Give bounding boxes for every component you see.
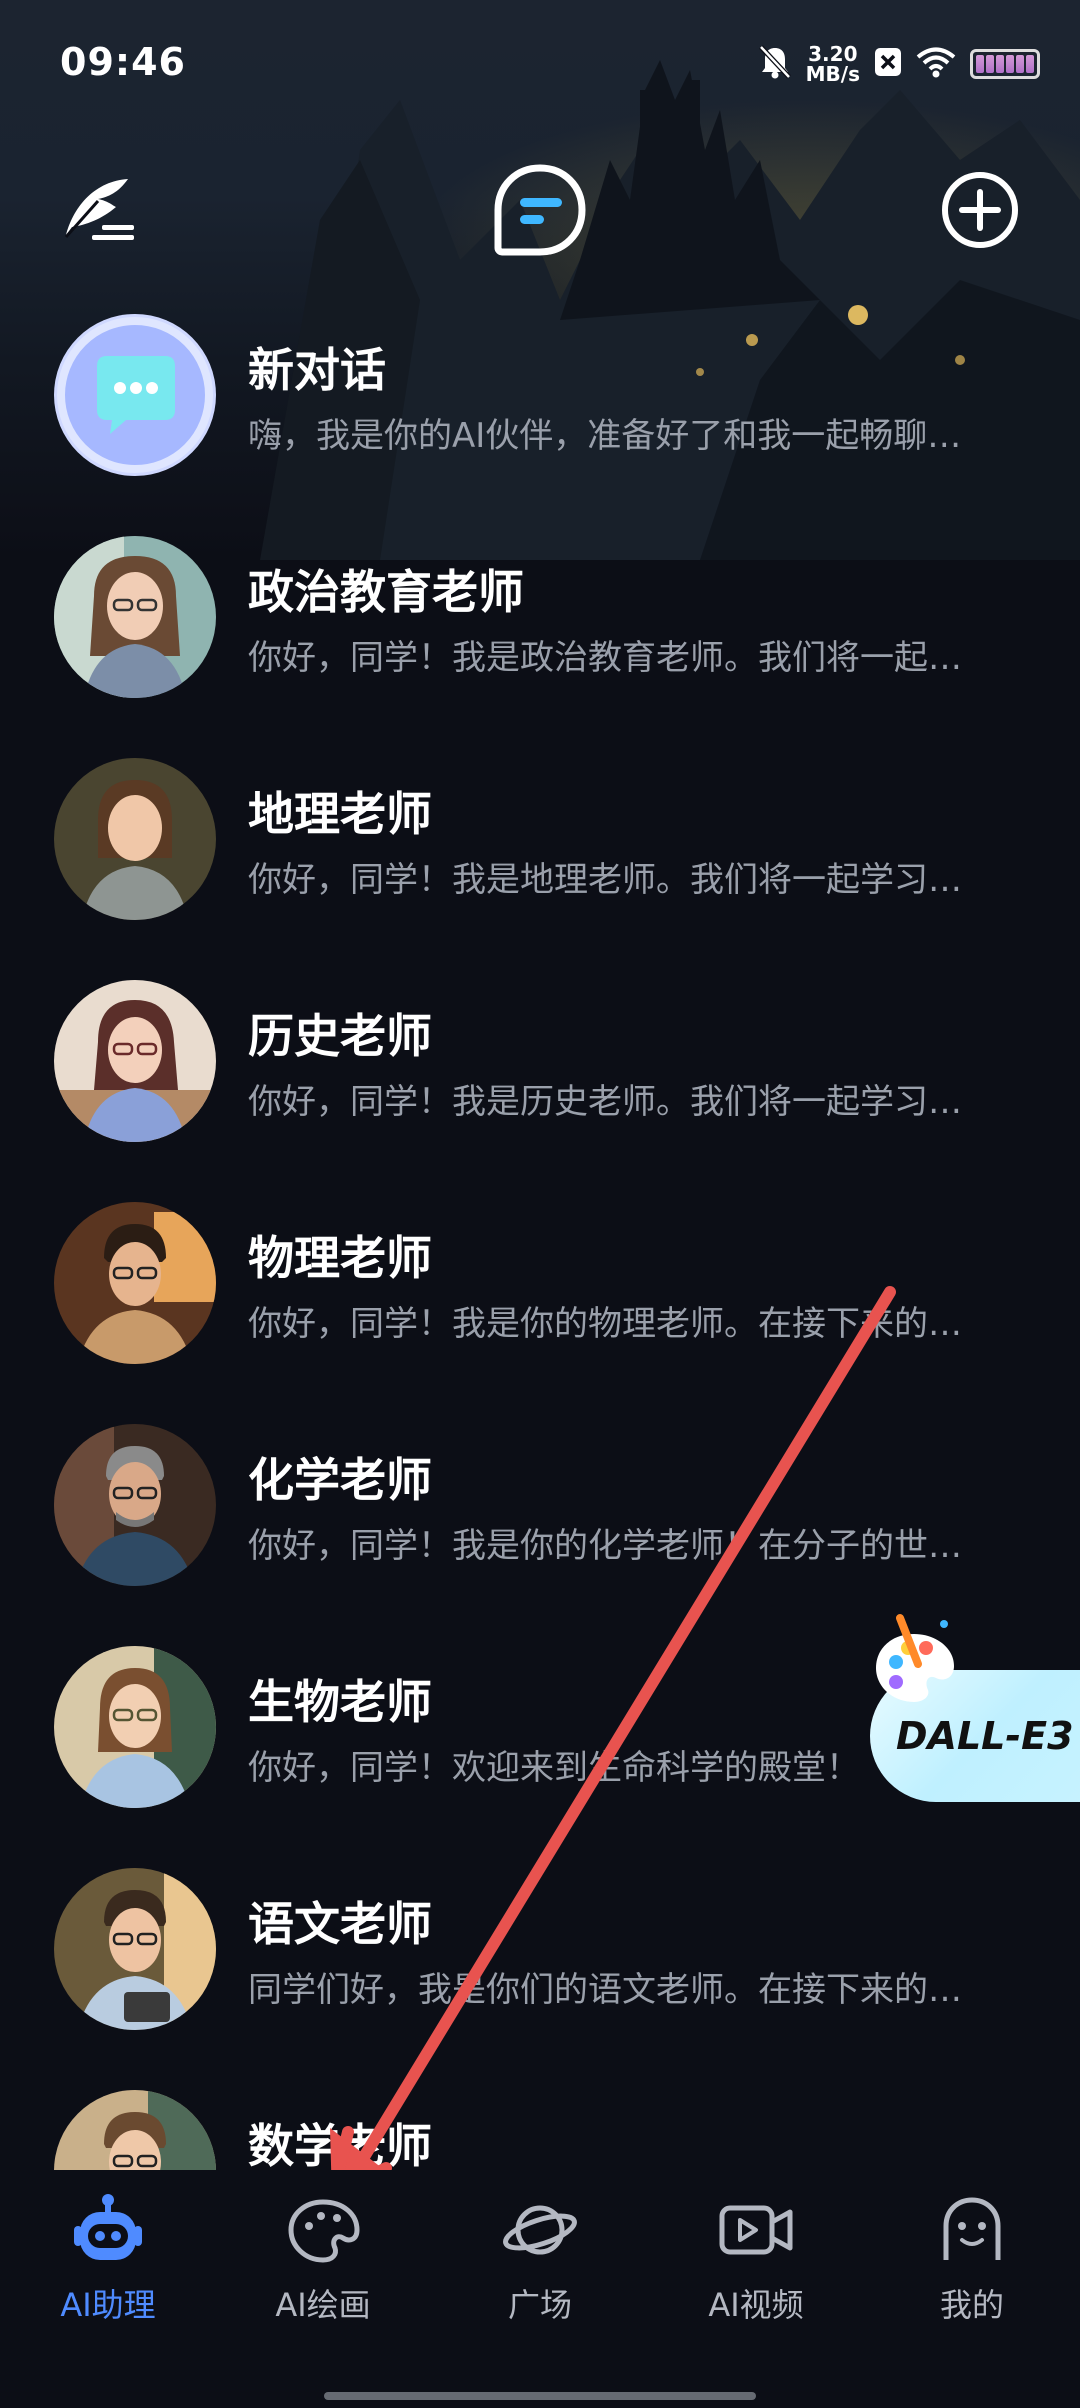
top-bar (0, 160, 1080, 280)
chat-name: 历史老师 (248, 1009, 432, 1063)
teacher-avatar (54, 536, 216, 698)
tab-plaza[interactable]: 广场 (450, 2190, 630, 2340)
status-icons: 3.20 MB/s (758, 42, 1040, 86)
tab-profile[interactable]: 我的 (882, 2190, 1062, 2340)
x-app-icon (874, 47, 902, 81)
planet-icon (500, 2190, 580, 2270)
teacher-avatar (54, 1202, 216, 1364)
robot-icon (68, 2190, 148, 2270)
tab-label: AI视频 (708, 2286, 804, 2324)
chat-name: 数学老师 (248, 2119, 432, 2170)
network-speed: 3.20 MB/s (806, 44, 860, 84)
chat-name: 物理老师 (248, 1231, 432, 1285)
chat-item-chinese-teacher[interactable]: 语文老师 同学们好，我是你们的语文老师。在接下来的… (0, 1854, 1080, 2076)
clock: 09:46 (60, 40, 186, 84)
profile-face-icon (932, 2190, 1012, 2270)
chat-preview: 你好，同学！我是地理老师。我们将一起学习… (248, 860, 962, 900)
add-circle-icon[interactable] (930, 160, 1030, 260)
tab-label: AI助理 (60, 2286, 156, 2324)
tab-ai-drawing[interactable]: AI绘画 (233, 2190, 413, 2340)
chat-preview: 你好，同学！我是政治教育老师。我们将一起… (248, 638, 962, 678)
chat-item-physics-teacher[interactable]: 物理老师 你好，同学！我是你的物理老师。在接下来的… (0, 1188, 1080, 1410)
chat-bubble-icon (54, 314, 216, 476)
chat-preview: 你好，同学！我是历史老师。我们将一起学习… (248, 1082, 962, 1122)
chat-name: 生物老师 (248, 1675, 432, 1729)
chat-name: 化学老师 (248, 1453, 432, 1507)
chat-list: 新对话 嗨，我是你的AI伙伴，准备好了和我一起畅聊… 政治教育老师 你好，同学！… (0, 300, 1080, 2170)
feather-quill-icon[interactable] (50, 160, 150, 260)
chat-item-politics-teacher[interactable]: 政治教育老师 你好，同学！我是政治教育老师。我们将一起… (0, 522, 1080, 744)
tab-label: AI绘画 (275, 2286, 371, 2324)
chat-preview: 同学们好，我是你们的语文老师。在接下来的… (248, 1970, 962, 2010)
dalle3-floating-button[interactable]: DALL-E3 (866, 1612, 1080, 1812)
teacher-avatar (54, 1646, 216, 1808)
teacher-avatar (54, 2090, 216, 2170)
chat-item-history-teacher[interactable]: 历史老师 你好，同学！我是历史老师。我们将一起学习… (0, 966, 1080, 1188)
video-play-icon (716, 2190, 796, 2270)
chat-item-geography-teacher[interactable]: 地理老师 你好，同学！我是地理老师。我们将一起学习… (0, 744, 1080, 966)
teacher-avatar (54, 1424, 216, 1586)
home-indicator[interactable] (324, 2392, 756, 2400)
chat-item-new[interactable]: 新对话 嗨，我是你的AI伙伴，准备好了和我一起畅聊… (0, 300, 1080, 522)
chat-item-math-teacher[interactable]: 数学老师 (0, 2076, 1080, 2170)
speed-value: 3.20 (808, 42, 858, 66)
tab-label: 我的 (939, 2286, 1004, 2324)
palette-brush-icon (866, 1612, 962, 1708)
teacher-avatar (54, 1868, 216, 2030)
chat-name: 地理老师 (248, 787, 432, 841)
app-logo-icon[interactable] (490, 160, 590, 260)
tab-label: 广场 (507, 2286, 572, 2324)
tab-ai-video[interactable]: AI视频 (666, 2190, 846, 2340)
status-bar: 09:46 3.20 MB/s (0, 0, 1080, 120)
chat-item-chemistry-teacher[interactable]: 化学老师 你好，同学！我是你的化学老师！在分子的世… (0, 1410, 1080, 1632)
chat-name: 新对话 (248, 343, 386, 397)
chat-name: 语文老师 (248, 1897, 432, 1951)
chat-preview: 你好，同学！我是你的化学老师！在分子的世… (248, 1526, 962, 1566)
chat-name: 政治教育老师 (248, 565, 524, 619)
teacher-avatar (54, 758, 216, 920)
battery-icon (970, 49, 1040, 79)
chat-preview: 嗨，我是你的AI伙伴，准备好了和我一起畅聊… (248, 416, 962, 456)
bottom-navigation: AI助理 AI绘画 广场 AI视频 我的 (0, 2170, 1080, 2408)
palette-icon (283, 2190, 363, 2270)
speed-unit: MB/s (805, 62, 860, 86)
chat-preview: 你好，同学！我是你的物理老师。在接下来的… (248, 1304, 962, 1344)
tab-ai-assistant[interactable]: AI助理 (18, 2190, 198, 2340)
teacher-avatar (54, 980, 216, 1142)
dalle3-label: DALL-E3 (896, 1714, 1074, 1758)
mute-bell-icon (758, 44, 792, 84)
wifi-icon (916, 46, 956, 82)
